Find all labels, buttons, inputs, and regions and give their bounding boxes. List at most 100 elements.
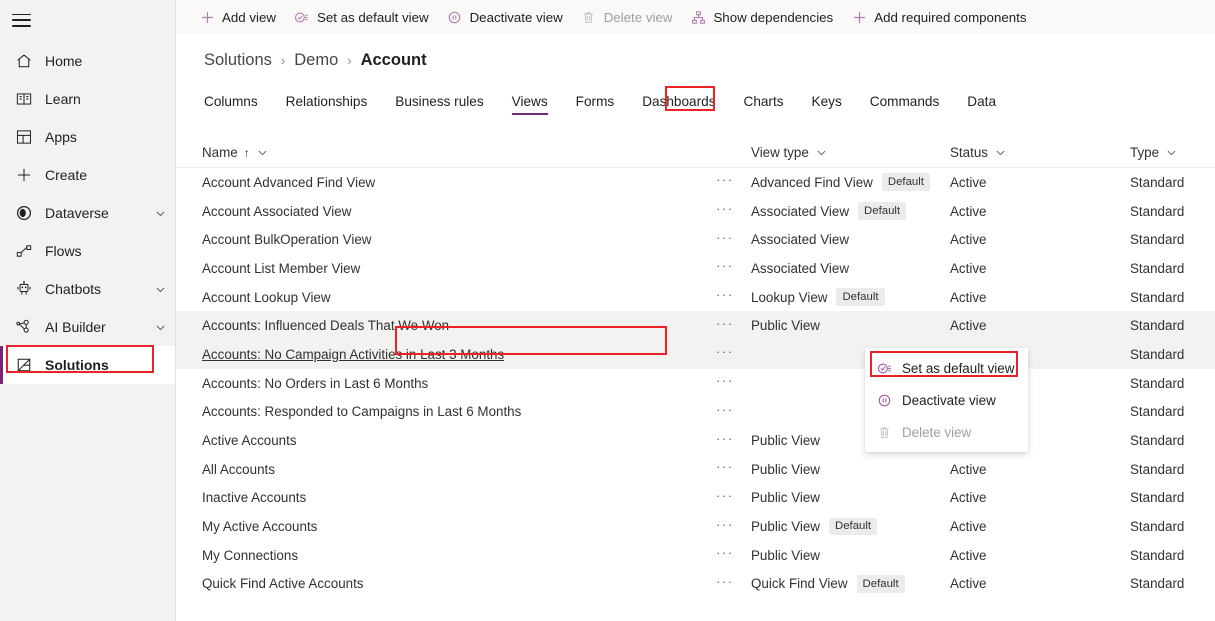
row-overflow-menu-button[interactable]: ··· bbox=[716, 403, 751, 421]
view-name-link[interactable]: Active Accounts bbox=[202, 433, 297, 448]
table-row[interactable]: All Accounts ··· Public View Active Standard bbox=[176, 455, 1215, 484]
show-dependencies-command[interactable]: Show dependencies bbox=[681, 2, 842, 32]
breadcrumb-item-solutions[interactable]: Solutions bbox=[204, 51, 272, 70]
sidebar-item-chatbots[interactable]: Chatbots bbox=[0, 270, 175, 308]
row-overflow-menu-button[interactable]: ··· bbox=[716, 317, 751, 335]
table-row[interactable]: Account Advanced Find View ··· Advanced Fi… bbox=[176, 168, 1215, 197]
more-options-icon[interactable]: ··· bbox=[716, 173, 734, 191]
more-options-icon[interactable]: ··· bbox=[716, 546, 734, 564]
sidebar-item-flows[interactable]: Flows bbox=[0, 232, 175, 270]
breadcrumb-item-demo[interactable]: Demo bbox=[294, 51, 338, 70]
more-options-icon[interactable]: ··· bbox=[716, 575, 734, 593]
view-name-link[interactable]: Accounts: Influenced Deals That We Won bbox=[202, 318, 449, 333]
more-options-icon[interactable]: ··· bbox=[716, 460, 734, 478]
chevron-down-icon[interactable] bbox=[816, 147, 827, 158]
table-row[interactable]: Inactive Accounts ··· Public View Active Sta… bbox=[176, 484, 1215, 513]
tab-business-rules[interactable]: Business rules bbox=[381, 90, 497, 117]
more-options-icon[interactable]: ··· bbox=[716, 518, 734, 536]
view-name-link[interactable]: Account Advanced Find View bbox=[202, 175, 375, 190]
cell-name[interactable]: Account Associated View bbox=[202, 204, 716, 219]
more-options-icon[interactable]: ··· bbox=[716, 489, 734, 507]
view-name-link[interactable]: Accounts: No Campaign Activities in Last… bbox=[202, 347, 504, 362]
cell-name[interactable]: Account Advanced Find View bbox=[202, 175, 716, 190]
table-row[interactable]: Account List Member View ··· Associated Vi… bbox=[176, 254, 1215, 283]
view-name-link[interactable]: Inactive Accounts bbox=[202, 490, 306, 505]
cell-name[interactable]: All Accounts bbox=[202, 462, 716, 477]
row-overflow-menu-button[interactable]: ··· bbox=[716, 374, 751, 392]
more-options-icon[interactable]: ··· bbox=[716, 259, 734, 277]
table-row[interactable]: Active Accounts···Public ViewActiveStand… bbox=[176, 426, 1215, 455]
add-required-components-command[interactable]: Add required components bbox=[842, 2, 1035, 32]
sidebar-item-dataverse[interactable]: Dataverse bbox=[0, 194, 175, 232]
deactivate-view-command[interactable]: Deactivate view bbox=[438, 2, 572, 32]
row-overflow-menu-button[interactable]: ··· bbox=[716, 546, 751, 564]
context-menu-deactivate-view[interactable]: Deactivate view bbox=[865, 384, 1028, 416]
row-overflow-menu-button[interactable]: ··· bbox=[716, 202, 751, 220]
view-name-link[interactable]: Account BulkOperation View bbox=[202, 232, 371, 247]
chevron-down-icon[interactable] bbox=[153, 282, 167, 296]
view-name-link[interactable]: Quick Find Active Accounts bbox=[202, 576, 364, 591]
table-row[interactable]: Accounts: No Orders in Last 6 Months···A… bbox=[176, 369, 1215, 398]
row-overflow-menu-button[interactable]: ··· bbox=[716, 231, 751, 249]
row-overflow-menu-button[interactable]: ··· bbox=[716, 489, 751, 507]
tab-forms[interactable]: Forms bbox=[562, 90, 629, 117]
table-row[interactable]: Quick Find Active Accounts ··· Quick Find … bbox=[176, 570, 1215, 599]
row-overflow-menu-button[interactable]: ··· bbox=[716, 288, 751, 306]
table-row[interactable]: Accounts: No Campaign Activities in Last… bbox=[176, 340, 1215, 369]
more-options-icon[interactable]: ··· bbox=[716, 432, 734, 450]
table-row[interactable]: Account BulkOperation View ··· Associated … bbox=[176, 225, 1215, 254]
cell-name[interactable]: Inactive Accounts bbox=[202, 490, 716, 505]
cell-name[interactable]: Accounts: No Orders in Last 6 Months bbox=[202, 376, 716, 391]
cell-name[interactable]: Quick Find Active Accounts bbox=[202, 576, 716, 591]
table-row[interactable]: My Connections ··· Public View Active Standa… bbox=[176, 541, 1215, 570]
add-view-command[interactable]: Add view bbox=[190, 2, 285, 32]
cell-name[interactable]: Account Lookup View bbox=[202, 290, 716, 305]
tab-data[interactable]: Data bbox=[953, 90, 1010, 117]
view-name-link[interactable]: Account Lookup View bbox=[202, 290, 331, 305]
view-name-link[interactable]: My Connections bbox=[202, 548, 298, 563]
more-options-icon[interactable]: ··· bbox=[716, 403, 734, 421]
sidebar-item-create[interactable]: Create bbox=[0, 156, 175, 194]
chevron-down-icon[interactable] bbox=[1166, 147, 1177, 158]
column-header-view-type[interactable]: View type bbox=[751, 145, 950, 160]
view-name-link[interactable]: My Active Accounts bbox=[202, 519, 317, 534]
chevron-down-icon[interactable] bbox=[153, 206, 167, 220]
hamburger-menu-button[interactable] bbox=[0, 0, 175, 40]
table-row[interactable]: Accounts: Influenced Deals That We Won ··… bbox=[176, 311, 1215, 341]
row-overflow-menu-button[interactable]: ··· bbox=[716, 173, 751, 191]
column-header-type[interactable]: Type bbox=[1130, 145, 1177, 160]
more-options-icon[interactable]: ··· bbox=[716, 345, 734, 363]
set-as-default-view-command[interactable]: Set as default view bbox=[285, 2, 438, 32]
hamburger-icon[interactable] bbox=[12, 13, 31, 27]
cell-name[interactable]: Accounts: Influenced Deals That We Won bbox=[202, 318, 716, 333]
table-row[interactable]: Account Associated View ··· Associated Vie… bbox=[176, 197, 1215, 226]
column-header-name[interactable]: Name ↑ bbox=[202, 145, 716, 160]
column-header-status[interactable]: Status bbox=[950, 145, 1130, 160]
cell-name[interactable]: Accounts: No Campaign Activities in Last… bbox=[202, 347, 716, 362]
view-name-link[interactable]: Account Associated View bbox=[202, 204, 351, 219]
cell-name[interactable]: Active Accounts bbox=[202, 433, 716, 448]
cell-name[interactable]: Account BulkOperation View bbox=[202, 232, 716, 247]
context-menu-set-as-default-view[interactable]: Set as default view bbox=[865, 352, 1028, 384]
sidebar-item-learn[interactable]: Learn bbox=[0, 80, 175, 118]
table-row[interactable]: Accounts: Responded to Campaigns in Last… bbox=[176, 398, 1215, 427]
row-overflow-menu-button[interactable]: ··· bbox=[716, 460, 751, 478]
cell-name[interactable]: Account List Member View bbox=[202, 261, 716, 276]
view-name-link[interactable]: Accounts: No Orders in Last 6 Months bbox=[202, 376, 428, 391]
more-options-icon[interactable]: ··· bbox=[716, 317, 734, 335]
cell-name[interactable]: My Active Accounts bbox=[202, 519, 716, 534]
view-name-link[interactable]: Accounts: Responded to Campaigns in Last… bbox=[202, 404, 521, 419]
table-row[interactable]: Account Lookup View ··· Lookup View Default… bbox=[176, 283, 1215, 312]
view-name-link[interactable]: All Accounts bbox=[202, 462, 275, 477]
cell-name[interactable]: My Connections bbox=[202, 548, 716, 563]
row-overflow-menu-button[interactable]: ··· bbox=[716, 575, 751, 593]
chevron-down-icon[interactable] bbox=[995, 147, 1006, 158]
view-name-link[interactable]: Account List Member View bbox=[202, 261, 360, 276]
row-overflow-menu-button[interactable]: ··· bbox=[716, 432, 751, 450]
sidebar-item-home[interactable]: Home bbox=[0, 42, 175, 80]
tab-columns[interactable]: Columns bbox=[204, 90, 272, 117]
sidebar-item-solutions[interactable]: Solutions bbox=[0, 346, 175, 384]
sidebar-item-apps[interactable]: Apps bbox=[0, 118, 175, 156]
tab-commands[interactable]: Commands bbox=[856, 90, 954, 117]
chevron-down-icon[interactable] bbox=[257, 147, 268, 158]
